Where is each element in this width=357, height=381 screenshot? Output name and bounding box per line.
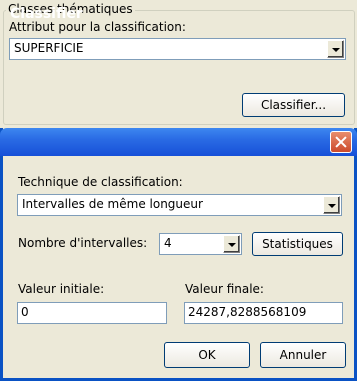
cancel-button[interactable]: Annuler [260,342,346,368]
statistics-button[interactable]: Statistiques [252,232,343,256]
count-label: Nombre d'intervalles: [18,236,148,250]
attribute-select-value: SUPERFICIE [14,41,84,55]
attribute-label: Attribut pour la classification: [9,20,186,34]
end-value-label: Valeur finale: [185,282,264,296]
chevron-down-icon[interactable] [323,196,340,214]
ok-button[interactable]: OK [164,342,250,368]
dialog-titlebar[interactable] [0,128,357,156]
dialog-title: Classifier [10,6,83,22]
attribute-select[interactable]: SUPERFICIE [9,38,346,60]
count-select-value: 4 [164,236,172,250]
end-value-input[interactable]: 24287,8288568109 [184,302,343,324]
count-select[interactable]: 4 [159,233,242,255]
end-value-text: 24287,8288568109 [188,305,307,319]
start-value-label: Valeur initiale: [18,282,105,296]
start-value-text: 0 [21,305,29,319]
chevron-down-icon[interactable] [327,40,344,58]
technique-select-value: Intervalles de même longueur [22,197,203,211]
chevron-down-icon[interactable] [223,235,240,253]
classify-button[interactable]: Classifier... [242,93,345,117]
technique-select[interactable]: Intervalles de même longueur [17,194,342,216]
close-icon[interactable] [330,131,352,153]
technique-label: Technique de classification: [18,175,183,189]
start-value-input[interactable]: 0 [17,302,167,324]
